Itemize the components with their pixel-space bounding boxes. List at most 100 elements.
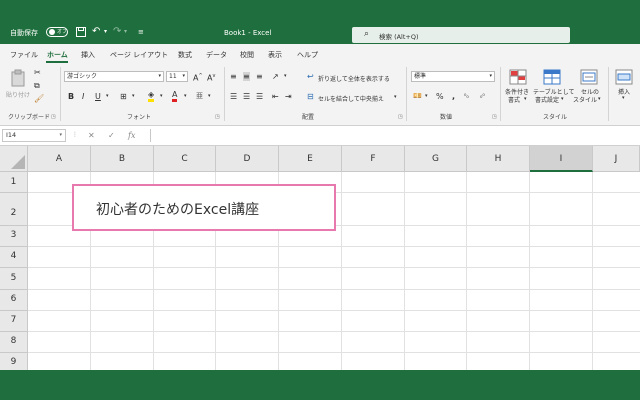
align-left-icon[interactable]: ☰ bbox=[230, 92, 237, 101]
align-middle-icon[interactable]: ≡ bbox=[243, 72, 250, 81]
cell-styles-icon[interactable] bbox=[580, 69, 598, 85]
column-header-a[interactable]: A bbox=[28, 146, 91, 172]
tab-home[interactable]: ホーム bbox=[47, 50, 68, 60]
underline-icon[interactable]: U bbox=[95, 92, 101, 101]
percent-icon[interactable]: % bbox=[436, 92, 444, 101]
row-header-8[interactable]: 8 bbox=[0, 332, 28, 353]
italic-icon[interactable]: I bbox=[82, 92, 84, 101]
enter-icon[interactable]: ✓ bbox=[108, 131, 115, 140]
tab-help[interactable]: ヘルプ bbox=[297, 50, 318, 60]
column-header-e[interactable]: E bbox=[279, 146, 342, 172]
align-center-icon[interactable]: ☰ bbox=[243, 92, 250, 101]
conditional-format-label-2[interactable]: 書式 bbox=[508, 95, 520, 104]
alignment-launcher-icon[interactable]: ◳ bbox=[398, 114, 403, 120]
formula-input[interactable] bbox=[150, 129, 638, 142]
tab-data[interactable]: データ bbox=[206, 50, 227, 60]
fill-color-icon[interactable]: ◈ bbox=[148, 91, 155, 102]
tab-view[interactable]: 表示 bbox=[268, 50, 282, 60]
customize-qat-icon[interactable]: ≡ bbox=[138, 27, 144, 37]
wrap-text-icon[interactable]: ↩ bbox=[307, 72, 314, 81]
insert-function-icon[interactable]: fx bbox=[128, 131, 135, 140]
increase-decimal-icon[interactable]: ⁰₀ bbox=[464, 92, 469, 101]
column-header-c[interactable]: C bbox=[154, 146, 216, 172]
merge-dropdown-icon[interactable]: ▾ bbox=[394, 93, 397, 102]
redo-icon[interactable]: ↷ bbox=[113, 27, 121, 37]
font-color-icon[interactable]: A bbox=[172, 91, 178, 102]
orientation-dropdown-icon[interactable]: ▾ bbox=[284, 72, 287, 81]
row-header-3[interactable]: 3 bbox=[0, 226, 28, 247]
column-header-i[interactable]: I bbox=[530, 146, 593, 172]
cut-icon[interactable]: ✂ bbox=[34, 68, 41, 77]
merge-center-label[interactable]: セルを結合して中央揃え bbox=[318, 94, 384, 103]
tab-insert[interactable]: 挿入 bbox=[81, 50, 95, 60]
decrease-font-icon[interactable]: Av bbox=[207, 72, 215, 83]
format-as-table-icon[interactable] bbox=[543, 69, 561, 85]
align-right-icon[interactable]: ☰ bbox=[256, 92, 263, 101]
undo-dropdown-icon[interactable]: ▾ bbox=[104, 27, 107, 37]
column-header-f[interactable]: F bbox=[342, 146, 405, 172]
chevron-down-icon[interactable]: ▾ bbox=[561, 96, 564, 102]
row-header-1[interactable]: 1 bbox=[0, 172, 28, 193]
chevron-down-icon[interactable]: ▾ bbox=[598, 96, 601, 102]
align-bottom-icon[interactable]: ≡ bbox=[256, 72, 263, 81]
select-all-button[interactable] bbox=[0, 146, 28, 172]
fill-color-dropdown-icon[interactable]: ▾ bbox=[160, 92, 163, 101]
chevron-down-icon[interactable]: ▾ bbox=[622, 95, 625, 101]
bold-icon[interactable]: B bbox=[68, 92, 74, 101]
font-launcher-icon[interactable]: ◳ bbox=[215, 114, 220, 120]
insert-cells-icon[interactable] bbox=[615, 69, 633, 85]
font-color-dropdown-icon[interactable]: ▾ bbox=[184, 92, 187, 101]
decrease-indent-icon[interactable]: ⇤ bbox=[272, 92, 279, 101]
cancel-icon[interactable]: ✕ bbox=[88, 131, 95, 140]
autosave-toggle[interactable]: オフ bbox=[46, 27, 68, 37]
accounting-format-icon[interactable]: 💴 bbox=[413, 92, 422, 101]
borders-dropdown-icon[interactable]: ▾ bbox=[132, 92, 135, 101]
increase-font-icon[interactable]: A^ bbox=[193, 72, 203, 83]
phonetic-icon[interactable]: 亜 bbox=[196, 92, 203, 101]
tab-file[interactable]: ファイル bbox=[10, 50, 38, 60]
conditional-format-icon[interactable] bbox=[509, 69, 527, 85]
column-header-g[interactable]: G bbox=[405, 146, 467, 172]
merge-center-icon[interactable]: ⊟ bbox=[307, 92, 314, 101]
phonetic-dropdown-icon[interactable]: ▾ bbox=[208, 92, 211, 101]
tab-review[interactable]: 校閲 bbox=[240, 50, 254, 60]
name-box[interactable]: I14 ▾ bbox=[2, 129, 66, 142]
search-box[interactable]: ⌕ 検索 (Alt+Q) bbox=[352, 27, 570, 43]
font-name-box[interactable]: 游ゴシック ▾ bbox=[64, 71, 164, 82]
increase-indent-icon[interactable]: ⇥ bbox=[285, 92, 292, 101]
font-size-box[interactable]: 11 ▾ bbox=[166, 71, 188, 82]
accounting-dropdown-icon[interactable]: ▾ bbox=[425, 92, 428, 101]
number-launcher-icon[interactable]: ◳ bbox=[492, 114, 497, 120]
row-header-2[interactable]: 2 bbox=[0, 193, 28, 226]
title-text-box[interactable]: 初心者のためのExcel講座 bbox=[72, 184, 336, 231]
copy-icon[interactable]: ⧉ bbox=[34, 81, 40, 90]
cell-styles-label-2[interactable]: スタイル bbox=[573, 95, 597, 104]
underline-dropdown-icon[interactable]: ▾ bbox=[106, 92, 109, 101]
wrap-text-label[interactable]: 折り返して全体を表示する bbox=[318, 74, 390, 83]
row-header-7[interactable]: 7 bbox=[0, 311, 28, 332]
align-top-icon[interactable]: ≡ bbox=[230, 72, 237, 81]
column-header-d[interactable]: D bbox=[216, 146, 279, 172]
redo-dropdown-icon[interactable]: ▾ bbox=[124, 27, 127, 37]
save-icon[interactable] bbox=[76, 27, 86, 40]
tab-page-layout[interactable]: ページ レイアウト bbox=[110, 50, 168, 60]
column-header-h[interactable]: H bbox=[467, 146, 530, 172]
orientation-icon[interactable]: ↗ bbox=[272, 72, 279, 81]
borders-icon[interactable]: ⊞ bbox=[120, 92, 127, 101]
tab-formulas[interactable]: 数式 bbox=[178, 50, 192, 60]
paste-label[interactable]: 貼り付け bbox=[6, 90, 30, 99]
format-painter-icon[interactable]: 🖌 bbox=[34, 94, 44, 103]
undo-icon[interactable]: ↶ bbox=[92, 27, 100, 37]
chevron-down-icon[interactable]: ▾ bbox=[524, 96, 527, 102]
row-header-6[interactable]: 6 bbox=[0, 290, 28, 311]
row-header-5[interactable]: 5 bbox=[0, 268, 28, 290]
comma-style-icon[interactable]: , bbox=[452, 92, 455, 101]
clipboard-launcher-icon[interactable]: ◳ bbox=[51, 114, 56, 120]
column-header-b[interactable]: B bbox=[91, 146, 154, 172]
number-format-box[interactable]: 標準 ▾ bbox=[411, 71, 495, 82]
row-header-4[interactable]: 4 bbox=[0, 247, 28, 268]
format-as-table-label-2[interactable]: 書式設定 bbox=[535, 95, 559, 104]
worksheet-grid[interactable]: A B C D E F G H I J 1 2 3 4 5 6 7 8 9 初心… bbox=[0, 146, 640, 370]
paste-icon[interactable] bbox=[10, 69, 28, 87]
column-header-j[interactable]: J bbox=[593, 146, 640, 172]
